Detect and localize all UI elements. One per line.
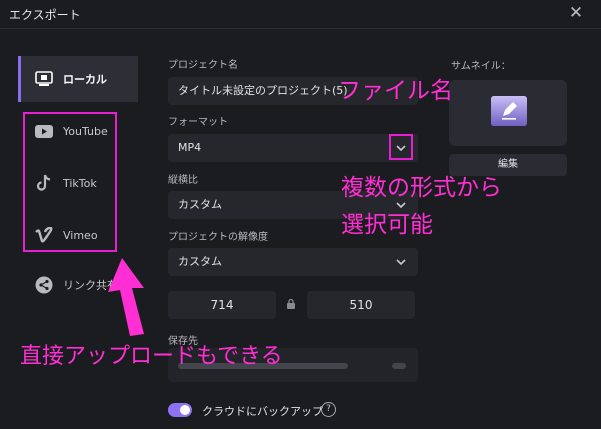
format-label: フォーマット [168, 117, 228, 128]
aspect-ratio-label: 縦横比 [168, 175, 198, 186]
annotation-dropdown-highlight [389, 134, 413, 160]
close-icon[interactable]: ✕ [566, 3, 586, 23]
chevron-down-icon [396, 259, 406, 266]
annotation-formats-line2: 選択可能 [341, 212, 433, 238]
format-value: MP4 [178, 141, 202, 154]
help-icon[interactable]: ? [321, 402, 336, 417]
sidebar-item-label: ローカル [63, 73, 107, 86]
width-input[interactable]: 714 [168, 291, 276, 319]
cloud-backup-label: クラウドにバックアップ [202, 405, 323, 418]
resolution-select[interactable]: カスタム [168, 248, 418, 276]
height-input[interactable]: 510 [307, 291, 415, 319]
share-icon [33, 274, 55, 296]
annotation-arrow-up [108, 258, 144, 336]
sidebar-item-local[interactable]: ローカル [18, 56, 138, 102]
dialog-title: エクスポート [9, 8, 81, 22]
annotation-upload-platforms-highlight [23, 112, 117, 252]
thumbnail-preview [449, 80, 567, 146]
folder-icon[interactable] [392, 363, 406, 369]
resolution-label: プロジェクトの解像度 [168, 232, 268, 243]
thumbnail-edit-icon [491, 96, 527, 126]
local-export-icon [33, 68, 55, 90]
thumbnail-label: サムネイル： [451, 61, 511, 72]
annotation-direct-upload: 直接アップロードもできる [20, 344, 283, 369]
cloud-backup-toggle[interactable] [168, 403, 192, 417]
project-name-label: プロジェクト名 [168, 60, 238, 71]
resolution-value: カスタム [178, 255, 222, 268]
annotation-formats-line1: 複数の形式から [341, 175, 502, 201]
lock-icon[interactable] [284, 297, 298, 311]
title-bar [0, 0, 601, 28]
title-divider [0, 28, 601, 29]
format-select[interactable]: MP4 [168, 134, 418, 162]
aspect-ratio-value: カスタム [178, 198, 222, 211]
annotation-file-name: ファイル名 [338, 78, 453, 104]
